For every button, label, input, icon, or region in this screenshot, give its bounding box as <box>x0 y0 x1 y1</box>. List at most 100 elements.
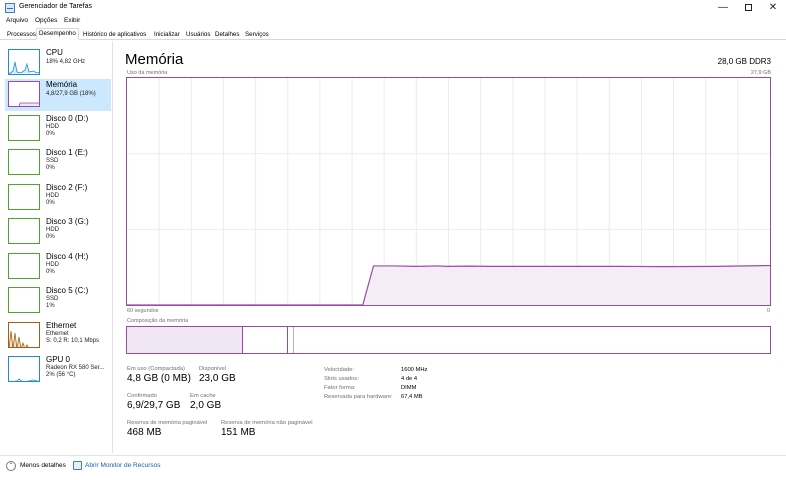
composition-in-use[interactable] <box>127 327 243 353</box>
sidebar-detail: 4,8/27,9 GB (18%) <box>46 91 96 97</box>
sidebar-item-disco-4[interactable]: Disco 4 (H:) HDD 0% <box>5 251 111 283</box>
sidebar-title: CPU <box>46 48 63 57</box>
sidebar-item-memoria[interactable]: Memória 4,8/27,9 GB (18%) <box>5 79 111 111</box>
task-manager-icon <box>5 3 15 13</box>
cpu-thumbnail <box>8 49 40 75</box>
spec-speed-label: Velocidade: <box>324 367 354 373</box>
spec-form-label: Fator forma: <box>324 385 356 391</box>
spec-speed-value: 1600 MHz <box>401 367 428 373</box>
composition-modified[interactable] <box>242 327 288 353</box>
ethernet-sparkline <box>9 330 29 347</box>
sidebar-title: GPU 0 <box>46 355 71 364</box>
sidebar-detail: HDD <box>46 262 59 268</box>
memory-thumbnail <box>8 81 40 107</box>
sidebar-detail: 0% <box>46 269 55 275</box>
stat-value: 23,0 GB <box>199 373 236 384</box>
title-bar: Gerenciador de Tarefas — ✕ <box>0 0 786 16</box>
tab-servicos[interactable]: Serviços <box>242 29 272 40</box>
disk-thumbnail <box>8 149 40 175</box>
minimize-button[interactable]: — <box>709 0 737 16</box>
sidebar-detail: Radeon RX 580 Ser... <box>46 365 105 371</box>
sidebar-detail: 0% <box>46 200 55 206</box>
menu-arquivo[interactable]: Arquivo <box>6 17 28 24</box>
chart-max-label: 27,9 GB <box>750 70 771 76</box>
sidebar-detail: 0% <box>46 234 55 240</box>
tab-processos[interactable]: Processos <box>4 29 39 40</box>
disk-thumbnail <box>8 218 40 244</box>
tab-bar: Processos Desempenho Histórico de aplica… <box>0 28 786 40</box>
composition-standby[interactable] <box>287 327 295 353</box>
sidebar-item-disco-3[interactable]: Disco 3 (G:) HDD 0% <box>5 216 111 248</box>
sidebar-detail: 18% 4,82 GHz <box>46 59 86 65</box>
sidebar-item-disco-1[interactable]: Disco 1 (E:) SSD 0% <box>5 147 111 179</box>
sidebar-detail: 2% (56 °C) <box>46 372 76 378</box>
memory-capacity: 28,0 GB DDR3 <box>717 57 771 66</box>
sidebar-item-cpu[interactable]: CPU 18% 4,82 GHz <box>5 47 111 79</box>
sidebar-item-disco-0[interactable]: Disco 0 (D:) HDD 0% <box>5 113 111 145</box>
tab-detalhes[interactable]: Detalhes <box>212 29 242 40</box>
disk-thumbnail <box>8 184 40 210</box>
ethernet-thumbnail <box>8 322 40 348</box>
sidebar-title: Disco 1 (E:) <box>46 148 88 157</box>
maximize-button[interactable] <box>734 0 762 16</box>
resource-monitor-link[interactable]: Abrir Monitor de Recursos <box>85 462 161 469</box>
chart-title: Uso da memória <box>127 70 168 76</box>
maximize-icon <box>744 4 752 11</box>
sidebar-detail: 0% <box>46 165 55 171</box>
stat-label: Em cache <box>190 393 216 399</box>
tab-inicializar[interactable]: Inicializar <box>151 29 183 40</box>
less-details-link[interactable]: Menos detalhes <box>20 462 66 469</box>
menu-opcoes[interactable]: Opções <box>35 17 57 24</box>
disk-thumbnail <box>8 115 40 141</box>
sidebar-title: Disco 3 (G:) <box>46 217 89 226</box>
stat-label: Disponível <box>199 366 227 372</box>
memory-chart-svg <box>127 78 771 306</box>
stat-label: Em uso (Compactada) <box>127 366 185 372</box>
sidebar-detail: HDD <box>46 193 59 199</box>
sidebar-detail: HDD <box>46 227 59 233</box>
footer: ⌃ Menos detalhes Abrir Monitor de Recurs… <box>0 455 786 480</box>
tab-desempenho[interactable]: Desempenho <box>36 28 79 40</box>
stat-available: Disponível 23,0 GB <box>199 366 236 384</box>
stat-value: 468 MB <box>127 427 162 438</box>
sidebar-detail: 0% <box>46 131 55 137</box>
sidebar: CPU 18% 4,82 GHz Memória 4,8/27,9 GB (18… <box>0 41 113 453</box>
resource-monitor-icon[interactable] <box>73 461 82 470</box>
stat-value: 2,0 GB <box>190 400 222 411</box>
spec-form-value: DIMM <box>401 385 417 391</box>
stat-cached: Em cache 2,0 GB <box>190 393 221 411</box>
memory-composition-bar <box>126 326 771 354</box>
tab-historico[interactable]: Histórico de aplicativos <box>80 29 149 40</box>
tab-usuarios[interactable]: Usuários <box>183 29 213 40</box>
chart-time-left: 60 segundos <box>127 308 159 314</box>
disk-thumbnail <box>8 253 40 279</box>
stat-value: 151 MB <box>221 427 256 438</box>
stat-label: Reserva de memória não paginável <box>221 420 313 426</box>
composition-label: Composição da memória <box>127 318 189 324</box>
sidebar-detail: S: 0,2 R: 10,1 Mbps <box>46 338 100 344</box>
spec-reserved-label: Reservada para hardware: <box>324 394 393 400</box>
menu-exibir[interactable]: Exibir <box>64 17 80 24</box>
disk-thumbnail <box>8 287 40 313</box>
stat-value: 4,8 GB (0 MB) <box>127 373 191 384</box>
sidebar-detail: HDD <box>46 124 59 130</box>
gpu-thumbnail <box>8 356 40 382</box>
cpu-sparkline <box>9 61 39 74</box>
gpu-sparkline <box>13 378 39 381</box>
sidebar-item-ethernet[interactable]: Ethernet Ethernet S: 0,2 R: 10,1 Mbps <box>5 320 111 352</box>
sidebar-item-disco-2[interactable]: Disco 2 (F:) HDD 0% <box>5 182 111 214</box>
close-button[interactable]: ✕ <box>759 0 786 16</box>
spec-slots-value: 4 de 4 <box>401 376 418 382</box>
sidebar-item-gpu-0[interactable]: GPU 0 Radeon RX 580 Ser... 2% (56 °C) <box>5 354 111 386</box>
sidebar-title: Disco 2 (F:) <box>46 183 88 192</box>
sidebar-detail: Ethernet <box>46 331 69 337</box>
spec-slots-label: Slots usados: <box>324 376 359 382</box>
chevron-up-icon[interactable]: ⌃ <box>6 461 16 471</box>
sidebar-title: Disco 0 (D:) <box>46 114 89 123</box>
page-title: Memória <box>125 51 184 68</box>
stat-paged-pool: Reserva de memória paginável 468 MB <box>127 420 207 438</box>
sidebar-title: Memória <box>46 80 78 89</box>
memory-usage-chart <box>126 77 771 306</box>
sidebar-title: Ethernet <box>46 321 77 330</box>
sidebar-item-disco-5[interactable]: Disco 5 (C:) SSD 1% <box>5 285 111 317</box>
